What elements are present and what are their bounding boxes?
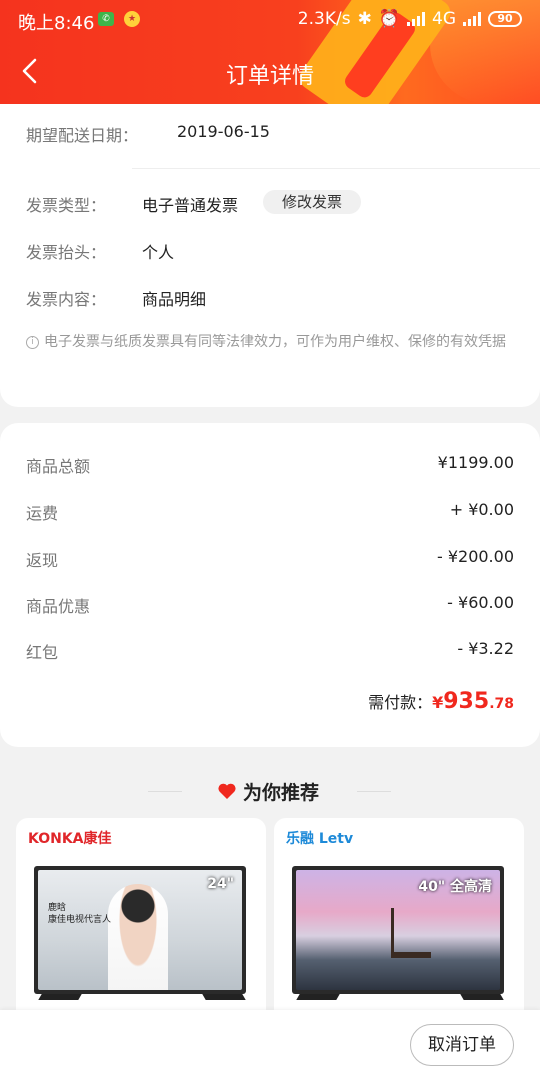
network-speed: 2.3K/s xyxy=(297,9,351,29)
product-caption: 鹿晗 康佳电视代言人 xyxy=(48,903,112,925)
amount-row-value: - ¥60.00 xyxy=(447,593,514,612)
invoice-content-value: 商品明细 xyxy=(142,290,207,309)
delivery-date-label: 期望配送日期： xyxy=(26,126,139,145)
product-image: 40" 全高清 xyxy=(292,866,504,994)
invoice-type-value: 电子普通发票 xyxy=(142,196,239,215)
delivery-date-value: 2019-06-15 xyxy=(177,122,270,141)
signal-icon xyxy=(463,12,481,26)
invoice-title-value: 个人 xyxy=(142,243,175,262)
recommend-heading: 为你推荐 xyxy=(0,774,540,808)
scenery-image xyxy=(391,908,431,958)
signal-icon xyxy=(407,12,425,26)
product-image: 鹿晗 康佳电视代言人 24" xyxy=(34,866,246,994)
divider xyxy=(132,168,540,169)
tv-stand xyxy=(296,994,340,1000)
info-icon: i xyxy=(26,336,39,349)
amount-row-label: 运费 xyxy=(26,504,59,523)
invoice-title-label: 发票抬头： xyxy=(26,243,107,262)
invoice-content-label: 发票内容： xyxy=(26,290,107,309)
divider xyxy=(148,791,182,792)
spokesperson-image xyxy=(108,884,168,990)
page-title: 订单详情 xyxy=(225,64,314,89)
amount-row-value: ¥1199.00 xyxy=(437,453,514,472)
invoice-note-text: 电子发票与纸质发票具有同等法律效力，可作为用户维权、保修的有效凭据 xyxy=(44,334,506,350)
header: 晚上8:46 ✆ ★ 2.3K/s ✱ ⏰ 4G 90 订单详情 xyxy=(0,0,540,104)
status-bar: 晚上8:46 ✆ ★ 2.3K/s ✱ ⏰ 4G 90 xyxy=(0,0,540,38)
cancel-order-button[interactable]: 取消订单 xyxy=(410,1024,514,1066)
status-time: 晚上8:46 xyxy=(18,13,95,34)
amount-row-label: 商品总额 xyxy=(26,457,91,476)
currency-symbol: ¥ xyxy=(432,693,444,712)
product-brand: KONKA康佳 xyxy=(28,831,112,847)
wechat-icon: ✆ xyxy=(98,12,114,26)
recommend-title: 为你推荐 xyxy=(243,782,320,804)
amount-row-value: + ¥0.00 xyxy=(449,500,514,519)
invoice-note: i 电子发票与纸质发票具有同等法律效力，可作为用户维权、保修的有效凭据 xyxy=(26,330,520,355)
amount-row-label: 返现 xyxy=(26,551,59,570)
bottom-bar: 取消订单 xyxy=(0,1010,540,1080)
need-pay: 需付款：¥935.78 xyxy=(368,689,514,714)
need-pay-label: 需付款： xyxy=(368,693,433,712)
divider xyxy=(357,791,391,792)
invoice-type-label: 发票类型： xyxy=(26,196,107,215)
tv-stand xyxy=(460,994,504,1000)
app-notification-icon: ★ xyxy=(124,11,140,27)
status-right: 2.3K/s ✱ ⏰ 4G 90 xyxy=(298,9,522,29)
need-pay-amount: ¥935.78 xyxy=(432,689,514,714)
need-pay-integer: 935 xyxy=(443,689,490,714)
screen-size-badge: 40" 全高清 xyxy=(418,879,492,895)
product-brand: 乐融 Letv xyxy=(286,831,354,847)
amount-card: 商品总额 ¥1199.00 运费 + ¥0.00 返现 - ¥200.00 商品… xyxy=(0,423,540,747)
tv-stand xyxy=(38,994,82,1000)
heart-icon xyxy=(218,783,236,799)
alarm-icon: ⏰ xyxy=(378,9,400,29)
need-pay-decimal: .78 xyxy=(489,696,514,712)
battery-icon: 90 xyxy=(488,11,522,27)
tv-stand xyxy=(202,994,246,1000)
amount-row-label: 红包 xyxy=(26,643,59,662)
screen-size-badge: 24" xyxy=(207,876,234,892)
invoice-card: 期望配送日期： 2019-06-15 发票类型： 电子普通发票 修改发票 发票抬… xyxy=(0,104,540,407)
network-type: 4G xyxy=(432,9,456,29)
edit-invoice-button[interactable]: 修改发票 xyxy=(263,190,361,214)
amount-row-value: - ¥3.22 xyxy=(457,639,514,658)
amount-row-label: 商品优惠 xyxy=(26,597,91,616)
bluetooth-icon: ✱ xyxy=(357,9,372,29)
amount-row-value: - ¥200.00 xyxy=(436,547,514,566)
